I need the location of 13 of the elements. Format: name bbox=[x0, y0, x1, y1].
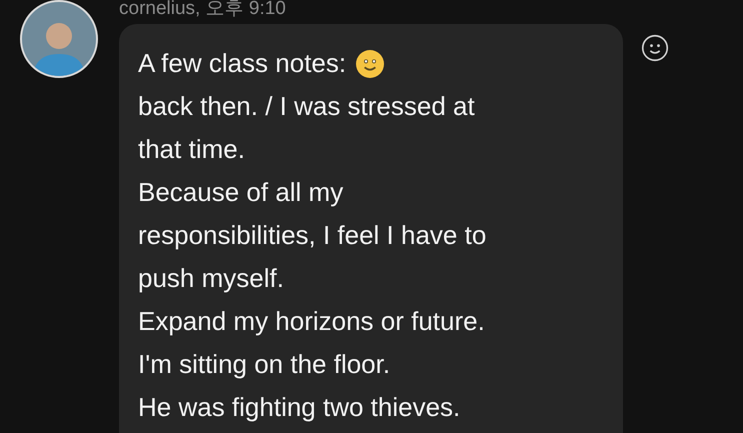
message-text: I'm sitting on the floor. bbox=[138, 348, 390, 381]
message-text: A few class notes: bbox=[138, 47, 346, 80]
message-text: He was fighting two thieves. bbox=[138, 391, 460, 424]
add-reaction-button[interactable] bbox=[641, 34, 669, 62]
message-text: push myself. bbox=[138, 262, 284, 295]
message-text: Expand my horizons or future. bbox=[138, 305, 485, 338]
message-text: Because of all my bbox=[138, 176, 344, 209]
sender-name-time: cornelius, 오후 9:10 bbox=[119, 0, 286, 20]
message-text: back then. / I was stressed at bbox=[138, 90, 475, 123]
message-text: that time. bbox=[138, 133, 245, 166]
smiley-icon bbox=[641, 34, 669, 62]
message-text: responsibilities, I feel I have to bbox=[138, 219, 486, 252]
smiley-emoji-icon bbox=[354, 48, 386, 80]
